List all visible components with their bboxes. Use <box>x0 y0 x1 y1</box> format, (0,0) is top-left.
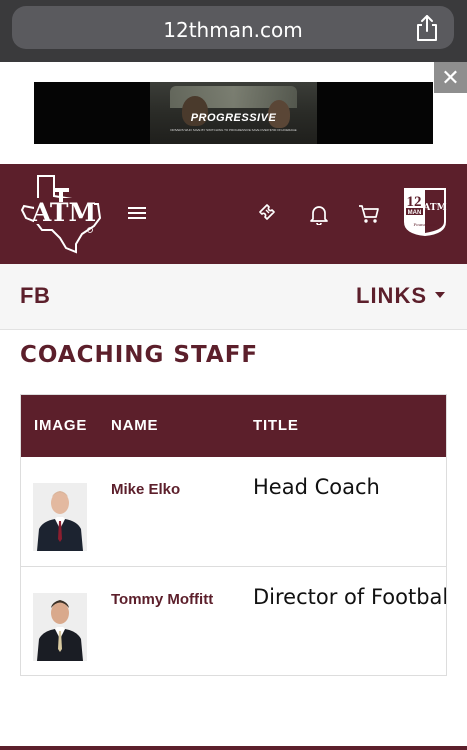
svg-text:12: 12 <box>407 194 422 210</box>
ad-fine-print: DRIVERS WHO SAVE BY SWITCHING TO PROGRES… <box>170 128 297 132</box>
links-label: LINKS <box>356 283 427 308</box>
ad-close-button[interactable]: ✕ <box>434 62 467 93</box>
cart-icon[interactable] <box>358 203 380 225</box>
page-title: COACHING STAFF <box>20 342 259 368</box>
svg-text:ATM: ATM <box>31 198 96 227</box>
ad-banner[interactable]: PROGRESSIVE DRIVERS WHO SAVE BY SWITCHIN… <box>34 82 433 144</box>
ad-image[interactable]: PROGRESSIVE DRIVERS WHO SAVE BY SWITCHIN… <box>150 82 317 144</box>
footer-divider <box>0 746 467 750</box>
ticket-icon[interactable] <box>257 202 279 224</box>
texas-am-logo-icon[interactable]: ATM <box>20 174 102 254</box>
coach-photo[interactable] <box>33 483 87 551</box>
bell-icon[interactable] <box>309 203 329 225</box>
address-bar[interactable]: 12thman.com <box>12 6 454 49</box>
table-row: Mike Elko Head Coach <box>21 457 446 567</box>
coach-title: Director of Football <box>253 585 447 609</box>
table-header: IMAGE NAME TITLE <box>21 395 446 457</box>
hamburger-menu-icon[interactable] <box>127 205 147 221</box>
table-row: Tommy Moffitt Director of Football <box>21 567 447 675</box>
caret-down-icon <box>435 292 445 299</box>
coaching-staff-table: IMAGE NAME TITLE Mike Elko Head Coach To… <box>20 394 447 676</box>
svg-text:ATM: ATM <box>422 203 446 213</box>
svg-text:MAN: MAN <box>408 210 422 216</box>
column-header-title: TITLE <box>253 417 299 434</box>
coach-title: Head Coach <box>253 475 380 499</box>
sport-subnav: FB LINKS <box>0 264 467 330</box>
column-header-name: NAME <box>111 417 159 434</box>
sport-label[interactable]: FB <box>20 283 50 309</box>
browser-toolbar: 12thman.com <box>0 0 467 62</box>
url-text[interactable]: 12thman.com <box>12 18 454 42</box>
ad-brand-text: PROGRESSIVE <box>190 112 277 124</box>
share-icon[interactable] <box>414 14 440 42</box>
links-dropdown[interactable]: LINKS <box>356 283 445 309</box>
12th-man-foundation-logo-icon[interactable]: 12 MAN ATM Foundation <box>402 186 448 238</box>
svg-text:Foundation: Foundation <box>414 222 437 227</box>
coach-photo[interactable] <box>33 593 87 661</box>
coach-name-link[interactable]: Tommy Moffitt <box>111 591 213 608</box>
ad-area: ✕ PROGRESSIVE DRIVERS WHO SAVE BY SWITCH… <box>0 62 467 164</box>
coach-name-link[interactable]: Mike Elko <box>111 481 180 498</box>
column-header-image: IMAGE <box>34 417 88 434</box>
site-header: ATM 12 MAN ATM Foundation <box>0 164 467 264</box>
